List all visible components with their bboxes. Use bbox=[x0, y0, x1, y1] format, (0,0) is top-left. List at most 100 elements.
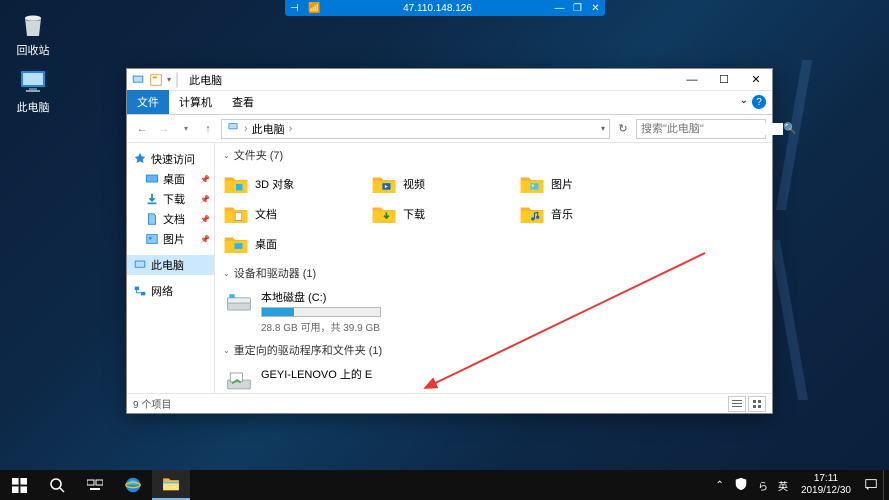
address-bar-row: ← → ▾ ↑ › 此电脑 › ▾ ↻ 🔍 bbox=[127, 115, 772, 143]
nav-quick-access[interactable]: 快速访问 bbox=[127, 149, 214, 169]
refresh-button[interactable]: ↻ bbox=[614, 122, 632, 135]
folder-icon bbox=[223, 201, 249, 227]
pin-icon[interactable]: ⊣ bbox=[285, 3, 305, 14]
pin-icon: 📌 bbox=[200, 195, 210, 204]
tray-notifications-icon[interactable] bbox=[859, 477, 883, 494]
remote-restore-button[interactable]: ❐ bbox=[569, 3, 587, 14]
nav-item-this-pc[interactable]: 此电脑 bbox=[127, 255, 214, 275]
window-title: 此电脑 bbox=[183, 72, 676, 88]
nav-item-pictures[interactable]: 图片 📌 bbox=[127, 229, 214, 249]
tab-computer[interactable]: 计算机 bbox=[169, 90, 222, 114]
folder-icon bbox=[371, 171, 397, 197]
status-item-count: 9 个项目 bbox=[133, 396, 171, 411]
nav-recent-dropdown[interactable]: ▾ bbox=[177, 120, 195, 138]
address-bar[interactable]: › 此电脑 › ▾ bbox=[221, 119, 610, 139]
minimize-button[interactable]: — bbox=[676, 69, 708, 91]
path-segment[interactable]: 此电脑 bbox=[252, 121, 285, 137]
tray-date: 2019/12/30 bbox=[801, 485, 851, 497]
path-sep: › bbox=[244, 123, 248, 135]
path-sep: › bbox=[289, 123, 293, 135]
folder-icon bbox=[223, 231, 249, 257]
start-button[interactable] bbox=[0, 470, 38, 500]
redirected-drive-info: GEYI-LENOVO 上的 E bbox=[261, 366, 421, 382]
section-redirected[interactable]: ⌄ 重定向的驱动程序和文件夹 (1) bbox=[215, 338, 772, 362]
chevron-down-icon: ⌄ bbox=[223, 151, 230, 160]
document-icon bbox=[145, 212, 159, 226]
download-icon bbox=[145, 192, 159, 206]
computer-icon bbox=[133, 258, 147, 272]
search-box[interactable]: 🔍 bbox=[636, 119, 766, 139]
taskbar: ⌃ ら 英 17:11 2019/12/30 bbox=[0, 470, 889, 500]
remote-connection-bar: ⊣ 📶 47.110.148.126 — ❐ ✕ bbox=[285, 0, 605, 16]
desktop-icon-label: 此电脑 bbox=[17, 99, 50, 115]
ribbon-expand-icon[interactable]: ⌄ bbox=[740, 95, 748, 106]
remote-minimize-button[interactable]: — bbox=[551, 3, 569, 14]
system-tray: ⌃ ら 英 17:11 2019/12/30 bbox=[711, 470, 889, 500]
tray-security-icon[interactable] bbox=[729, 477, 753, 494]
remote-ip: 47.110.148.126 bbox=[325, 3, 551, 14]
nav-item-desktop[interactable]: 桌面 📌 bbox=[127, 169, 214, 189]
tab-view[interactable]: 查看 bbox=[222, 90, 264, 114]
redirected-drive-name: GEYI-LENOVO 上的 E bbox=[261, 366, 421, 382]
search-input[interactable] bbox=[641, 123, 783, 135]
show-desktop-button[interactable] bbox=[883, 470, 889, 500]
nav-item-downloads[interactable]: 下载 📌 bbox=[127, 189, 214, 209]
pin-icon: 📌 bbox=[200, 175, 210, 184]
quick-access-toolbar: ▾ | bbox=[127, 71, 183, 89]
folder-pictures[interactable]: 图片 bbox=[517, 169, 665, 199]
drive-usage-bar bbox=[261, 307, 381, 317]
search-icon[interactable]: 🔍 bbox=[783, 122, 797, 135]
drive-name: 本地磁盘 (C:) bbox=[261, 289, 421, 305]
folder-3d-objects[interactable]: 3D 对象 bbox=[221, 169, 369, 199]
section-folders[interactable]: ⌄ 文件夹 (7) bbox=[215, 143, 772, 167]
redirected-drive-icon bbox=[225, 366, 253, 393]
drive-icon bbox=[225, 289, 253, 317]
view-large-icons-button[interactable] bbox=[748, 396, 766, 412]
ribbon-tabs: 文件 计算机 查看 ⌄ ? bbox=[127, 91, 772, 115]
folder-music[interactable]: 音乐 bbox=[517, 199, 665, 229]
section-drives[interactable]: ⌄ 设备和驱动器 (1) bbox=[215, 261, 772, 285]
tab-file[interactable]: 文件 bbox=[127, 90, 169, 114]
taskbar-search-button[interactable] bbox=[38, 470, 76, 500]
nav-back-button[interactable]: ← bbox=[133, 120, 151, 138]
taskbar-explorer-button[interactable] bbox=[152, 470, 190, 500]
taskbar-ie-button[interactable] bbox=[114, 470, 152, 500]
computer-icon bbox=[131, 73, 145, 87]
tray-clock[interactable]: 17:11 2019/12/30 bbox=[793, 473, 859, 497]
folder-videos[interactable]: 视频 bbox=[369, 169, 517, 199]
titlebar[interactable]: ▾ | 此电脑 — ☐ ✕ bbox=[127, 69, 772, 91]
computer-icon bbox=[17, 65, 49, 97]
tray-ime-lang[interactable]: 英 bbox=[773, 478, 793, 493]
drive-info: 本地磁盘 (C:) 28.8 GB 可用，共 39.9 GB bbox=[261, 289, 421, 334]
taskbar-taskview-button[interactable] bbox=[76, 470, 114, 500]
folder-downloads[interactable]: 下载 bbox=[369, 199, 517, 229]
recycle-bin-icon bbox=[17, 8, 49, 40]
remote-close-button[interactable]: ✕ bbox=[587, 3, 605, 14]
close-button[interactable]: ✕ bbox=[740, 69, 772, 91]
desktop-icon-this-pc[interactable]: 此电脑 bbox=[8, 65, 58, 115]
maximize-button[interactable]: ☐ bbox=[708, 69, 740, 91]
nav-up-button[interactable]: ↑ bbox=[199, 120, 217, 138]
view-details-button[interactable] bbox=[728, 396, 746, 412]
qat-separator: | bbox=[175, 71, 179, 89]
tray-ime-mode[interactable]: ら bbox=[753, 478, 773, 493]
folder-documents[interactable]: 文档 bbox=[221, 199, 369, 229]
help-icon[interactable]: ? bbox=[752, 95, 766, 109]
star-icon bbox=[133, 152, 147, 166]
redirected-drive-item[interactable]: GEYI-LENOVO 上的 E bbox=[215, 362, 772, 393]
properties-icon[interactable] bbox=[149, 73, 163, 87]
computer-icon bbox=[226, 121, 240, 136]
tray-overflow-icon[interactable]: ⌃ bbox=[711, 480, 729, 491]
address-dropdown-icon[interactable]: ▾ bbox=[601, 124, 605, 133]
nav-forward-button[interactable]: → bbox=[155, 120, 173, 138]
drive-local-c[interactable]: 本地磁盘 (C:) 28.8 GB 可用，共 39.9 GB bbox=[215, 285, 772, 338]
folder-desktop[interactable]: 桌面 bbox=[221, 229, 369, 259]
nav-item-documents[interactable]: 文档 📌 bbox=[127, 209, 214, 229]
drive-status: 28.8 GB 可用，共 39.9 GB bbox=[261, 319, 421, 334]
desktop-icon-recycle-bin[interactable]: 回收站 bbox=[8, 8, 58, 58]
pictures-icon bbox=[145, 232, 159, 246]
chevron-down-icon: ⌄ bbox=[223, 269, 230, 278]
nav-item-network[interactable]: 网络 bbox=[127, 281, 214, 301]
qat-dropdown-icon[interactable]: ▾ bbox=[167, 75, 171, 84]
status-bar: 9 个项目 bbox=[127, 393, 772, 413]
